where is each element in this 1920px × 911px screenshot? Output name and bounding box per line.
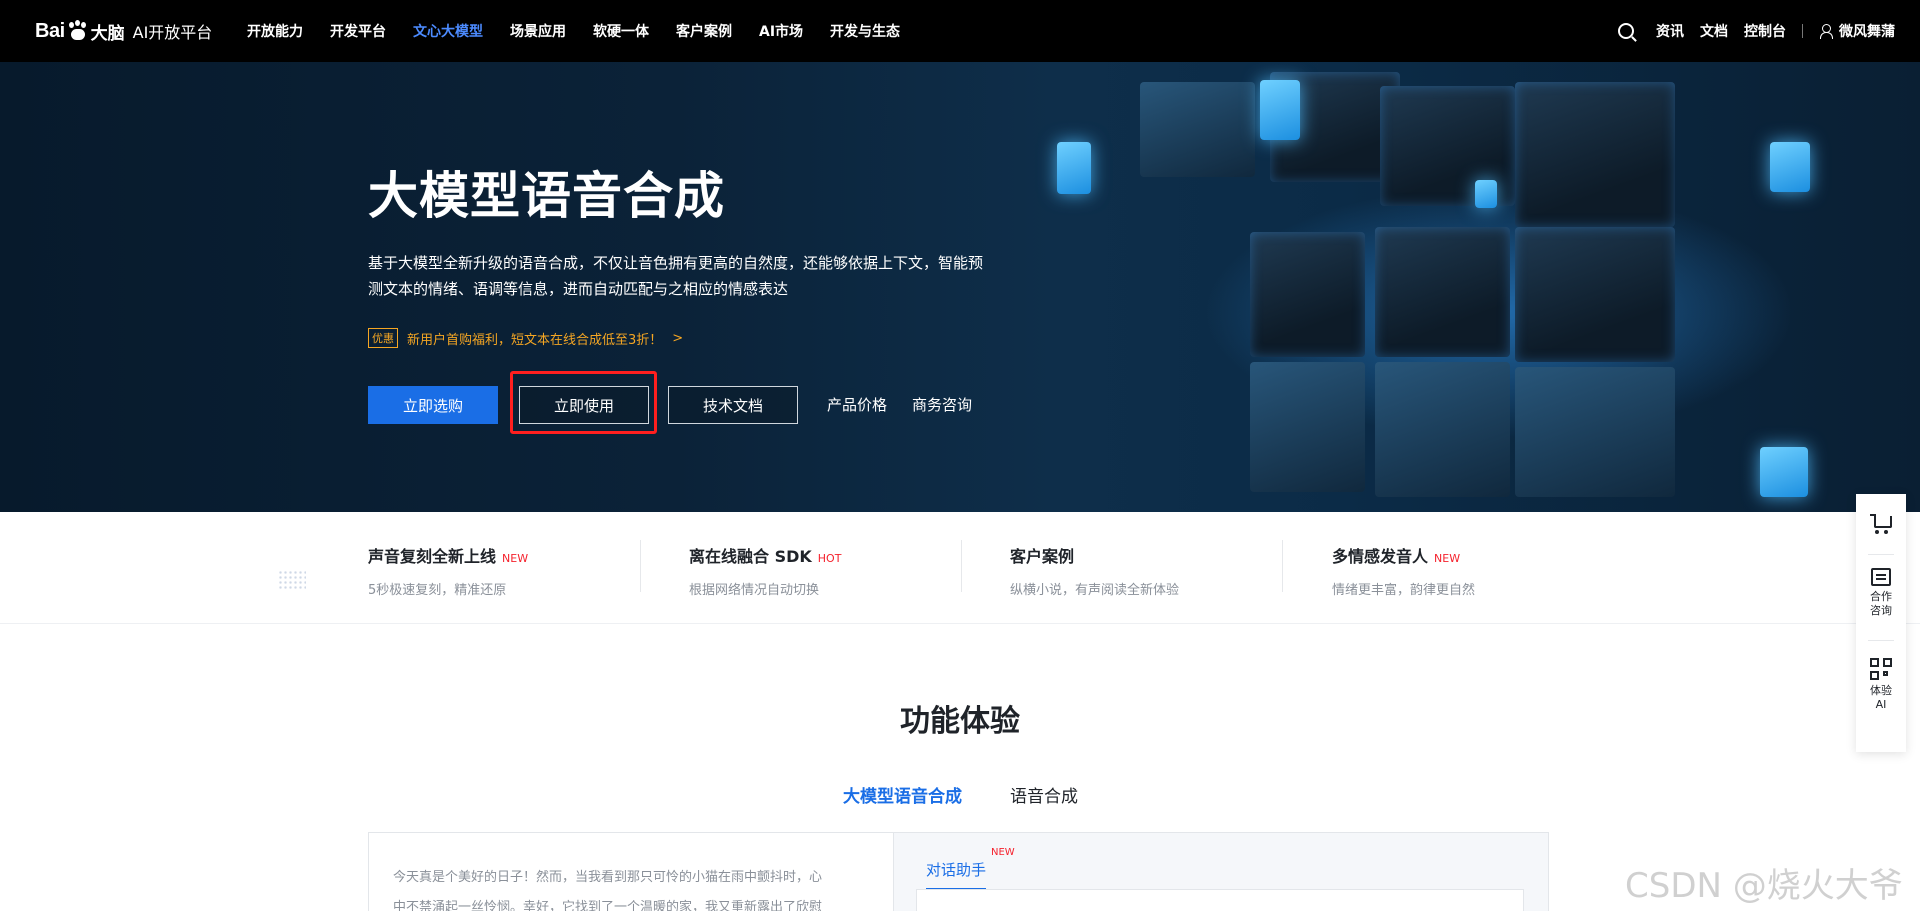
nav-item-cases[interactable]: 客户案例 (676, 21, 732, 41)
hero-cube (1475, 180, 1497, 208)
feature-title: 多情感发音人 (1332, 547, 1429, 566)
nav-item-wenxin-model[interactable]: 文心大模型 (413, 21, 483, 41)
qr-code-icon (1870, 658, 1892, 680)
sidebar-divider (1868, 554, 1894, 555)
paw-icon (67, 20, 89, 42)
nav-item-hardware[interactable]: 软硬一体 (593, 21, 649, 41)
sample-text-line: 今天真是个美好的日子！然而，当我看到那只可怜的小猫在雨中颤抖时，心 (393, 870, 823, 885)
try-ai-button[interactable]: 体验 AI (1856, 658, 1906, 712)
dot-grid-decoration (278, 570, 306, 590)
nav-item-scene-apps[interactable]: 场景应用 (510, 21, 566, 41)
hero-cube (1375, 362, 1510, 497)
top-nav: Bai 大脑 AI开放平台 开放能力 开发平台 文心大模型 场景应用 软硬一体 … (0, 0, 1920, 62)
consult-button[interactable]: 合作 咨询 (1856, 568, 1906, 618)
feature-title: 离在线融合 SDK (689, 547, 812, 566)
cart-icon (1870, 514, 1892, 534)
tab-tts[interactable]: 语音合成 (1010, 782, 1078, 807)
search-icon[interactable] (1618, 23, 1634, 39)
feature-title: 客户案例 (1010, 547, 1075, 566)
hero-cube (1515, 227, 1675, 362)
product-price-link[interactable]: 产品价格 (827, 394, 887, 415)
floating-sidebar: 合作 咨询 体验 AI (1856, 494, 1906, 752)
nav-docs-link[interactable]: 文档 (1700, 21, 1728, 41)
hero-cube (1375, 227, 1510, 357)
logo-text: Bai (35, 19, 65, 42)
try-label-2: AI (1875, 698, 1887, 711)
message-icon (1871, 568, 1891, 586)
hero-cube (1770, 142, 1810, 192)
sample-text-area[interactable]: 今天真是个美好的日子！然而，当我看到那只可怜的小猫在雨中颤抖时，心 中不禁涌起一… (369, 833, 893, 911)
logo-brand: 大脑 (90, 23, 125, 44)
nav-divider (1802, 24, 1803, 38)
promo-tag: 优惠 (368, 328, 398, 348)
logo-platform: AI开放平台 (132, 23, 213, 42)
nav-console-link[interactable]: 控制台 (1744, 21, 1786, 41)
consult-label-1: 合作 (1870, 590, 1892, 603)
buy-now-button[interactable]: 立即选购 (368, 386, 498, 424)
feature-multi-emotion[interactable]: 多情感发音人 NEW 情绪更丰富，韵律更自然 (1332, 543, 1632, 598)
promo-banner[interactable]: 优惠 新用户首购福利，短文本在线合成低至3折！ > (368, 328, 683, 348)
chat-box[interactable] (916, 889, 1524, 911)
cart-button[interactable] (1856, 514, 1906, 534)
promo-text: 新用户首购福利，短文本在线合成低至3折！ (407, 332, 663, 348)
hero-cube (1760, 447, 1808, 497)
feature-subtitle: 纵横小说，有声阅读全新体验 (1010, 583, 1180, 598)
hero-cube (1057, 142, 1091, 194)
consult-label-2: 咨询 (1870, 604, 1892, 617)
feature-divider (961, 540, 962, 592)
business-consult-link[interactable]: 商务咨询 (912, 394, 972, 415)
feature-hybrid-sdk[interactable]: 离在线融合 SDK HOT 根据网络情况自动切换 (689, 543, 989, 598)
hero-description: 基于大模型全新升级的语音合成，不仅让音色拥有更高的自然度，还能够依据上下文，智能… (368, 254, 984, 298)
hero-cube (1515, 82, 1675, 227)
sample-text-line: 中不禁涌起一丝怜悯。幸好，它找到了一个温暖的家，我又重新露出了欣慰 (393, 900, 823, 911)
tab-chat-assistant[interactable]: 对话助手 (926, 859, 987, 890)
demo-panel: 今天真是个美好的日子！然而，当我看到那只可怜的小猫在雨中颤抖时，心 中不禁涌起一… (368, 832, 1549, 911)
promo-arrow: > (672, 330, 684, 346)
sidebar-divider (1868, 640, 1894, 641)
feature-customer-cases[interactable]: 客户案例 纵横小说，有声阅读全新体验 (1010, 543, 1310, 598)
tab-large-model-tts[interactable]: 大模型语音合成 (843, 782, 962, 807)
tech-docs-button[interactable]: 技术文档 (668, 386, 798, 424)
feature-divider (1282, 540, 1283, 592)
feature-subtitle: 5秒极速复刻，精准还原 (368, 583, 507, 598)
hero-title: 大模型语音合成 (368, 167, 725, 225)
user-icon[interactable] (1819, 24, 1833, 39)
csdn-watermark: CSDN @烧火大爷 (1625, 866, 1903, 906)
feature-subtitle: 情绪更丰富，韵律更自然 (1332, 583, 1476, 598)
nav-item-open-capability[interactable]: 开放能力 (247, 21, 303, 41)
try-label-1: 体验 (1870, 684, 1892, 697)
baidu-ai-logo[interactable]: Bai 大脑 AI开放平台 (35, 14, 212, 48)
hero-banner: 大模型语音合成 基于大模型全新升级的语音合成，不仅让音色拥有更高的自然度，还能够… (0, 62, 1920, 512)
hot-badge: HOT (817, 552, 842, 565)
nav-news-link[interactable]: 资讯 (1656, 21, 1684, 41)
feature-subtitle: 根据网络情况自动切换 (689, 583, 820, 598)
feature-voice-clone[interactable]: 声音复刻全新上线 NEW 5秒极速复刻，精准还原 (368, 543, 668, 598)
use-now-button[interactable]: 立即使用 (519, 386, 649, 424)
hero-cube (1515, 367, 1675, 497)
new-badge: NEW (991, 847, 1015, 858)
hero-cube (1140, 82, 1255, 177)
nav-item-dev-platform[interactable]: 开发平台 (330, 21, 386, 41)
new-badge: NEW (1434, 552, 1461, 565)
section-title: 功能体验 (900, 704, 1020, 739)
username[interactable]: 微风舞蒲 (1839, 21, 1895, 41)
nav-item-ai-market[interactable]: AI市场 (759, 21, 803, 41)
hero-cube (1250, 232, 1365, 357)
nav-right: 资讯 文档 控制台 微风舞蒲 (1618, 0, 1895, 62)
nav-item-ecosystem[interactable]: 开发与生态 (830, 21, 900, 41)
feature-title: 声音复刻全新上线 (368, 547, 497, 566)
chat-panel: 对话助手 NEW (893, 833, 1548, 911)
hero-cube (1250, 362, 1365, 492)
hero-cube (1260, 80, 1300, 140)
feature-divider (640, 540, 641, 592)
main-menu: 开放能力 开发平台 文心大模型 场景应用 软硬一体 客户案例 AI市场 开发与生… (247, 0, 927, 62)
new-badge: NEW (502, 552, 529, 565)
